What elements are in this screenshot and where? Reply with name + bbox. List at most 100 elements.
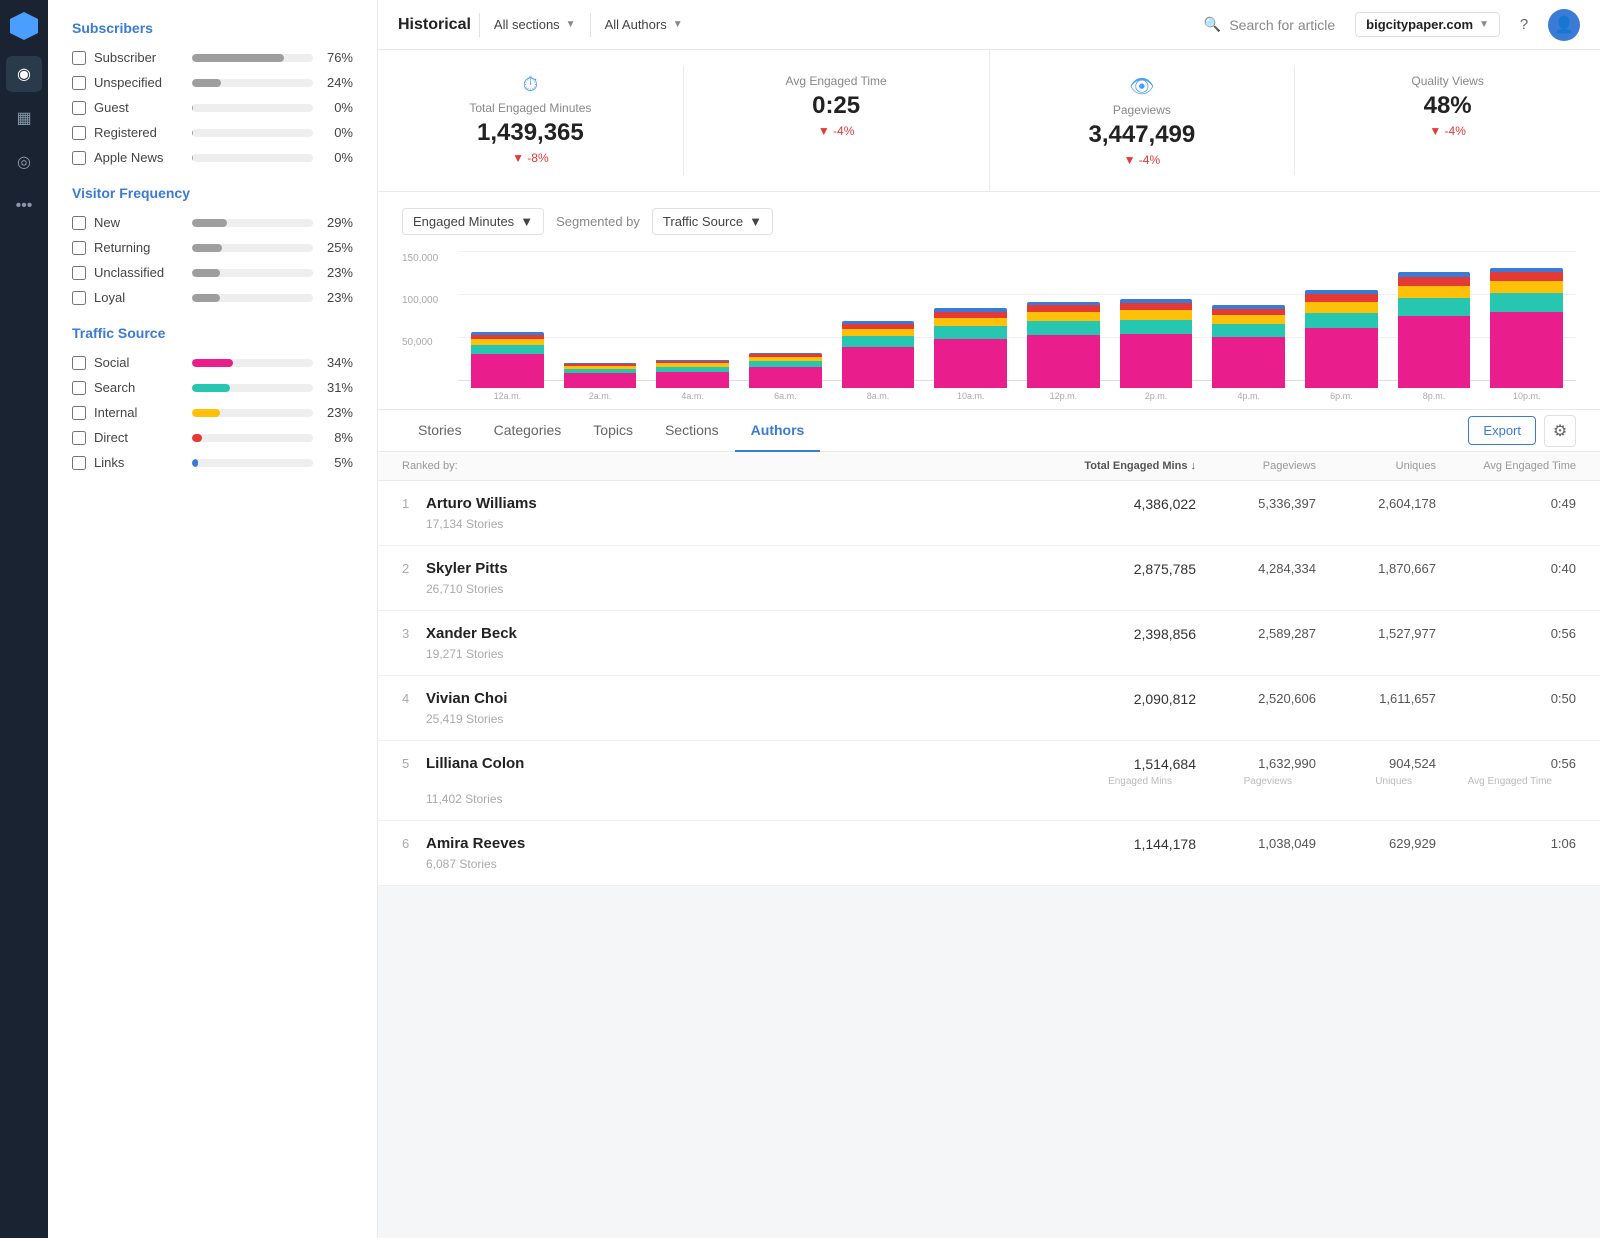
social-bar (192, 359, 313, 367)
links-bar (192, 459, 313, 467)
bar-segment (564, 373, 637, 388)
unclassified-bar (192, 269, 313, 277)
row-uniques: 2,604,178 (1316, 496, 1436, 511)
table-row[interactable]: 5 Lilliana Colon 1,514,684 1,632,990 904… (378, 741, 1600, 821)
subscriber-label: Subscriber (94, 50, 184, 65)
loyal-bar-fill (192, 294, 220, 302)
subscribers-title: Subscribers (72, 20, 353, 36)
loyal-checkbox[interactable] (72, 291, 86, 305)
table-tabs: Stories Categories Topics Sections Autho… (378, 410, 1600, 452)
returning-checkbox[interactable] (72, 241, 86, 255)
table-row[interactable]: 3 Xander Beck 2,398,856 2,589,287 1,527,… (378, 611, 1600, 676)
search-bar-fill (192, 384, 230, 392)
direct-bar (192, 434, 313, 442)
bar-segment (1305, 328, 1378, 388)
direct-checkbox[interactable] (72, 431, 86, 445)
direct-bar-fill (192, 434, 202, 442)
guest-checkbox[interactable] (72, 101, 86, 115)
links-label: Links (94, 455, 184, 470)
tab-categories[interactable]: Categories (478, 410, 578, 452)
bar-segment (1212, 337, 1285, 388)
row-pageviews: 2,589,287 (1196, 626, 1316, 641)
chart-bar-group: 12a.m. (462, 251, 553, 401)
table-row[interactable]: 6 Amira Reeves 1,144,178 1,038,049 629,9… (378, 821, 1600, 886)
authors-filter[interactable]: All Authors ▼ (595, 13, 693, 36)
registered-checkbox[interactable] (72, 126, 86, 140)
row-author-name: Lilliana Colon (426, 755, 1036, 772)
bar-segment (1398, 277, 1471, 286)
row-stories-count: 26,710 Stories (402, 581, 1576, 596)
direct-pct: 8% (321, 430, 353, 445)
export-button[interactable]: Export (1468, 416, 1536, 445)
help-icon[interactable]: ? (1508, 9, 1540, 41)
chart-bar-group: 8a.m. (833, 251, 924, 401)
row-engaged: 2,875,785 (1036, 561, 1196, 577)
domain-selector[interactable]: bigcitypaper.com ▼ (1355, 12, 1500, 37)
bar-segment (1398, 298, 1471, 316)
unspecified-checkbox[interactable] (72, 76, 86, 90)
internal-checkbox[interactable] (72, 406, 86, 420)
traffic-filter-internal: Internal 23% (72, 405, 353, 420)
bar-segment (1120, 334, 1193, 388)
chart-x-label: 2p.m. (1145, 391, 1168, 401)
sections-filter[interactable]: All sections ▼ (484, 13, 586, 36)
bar-segment (1120, 310, 1193, 320)
bar-segment (1120, 320, 1193, 334)
search-bar[interactable]: 🔍 Search for article (1196, 16, 1343, 33)
metric-dropdown[interactable]: Engaged Minutes ▼ (402, 208, 544, 235)
nav-analytics-icon[interactable]: ▦ (6, 100, 42, 136)
tab-sections[interactable]: Sections (649, 410, 735, 452)
row-uniques: 1,870,667 (1316, 561, 1436, 576)
tab-stories[interactable]: Stories (402, 410, 478, 452)
y-axis: 150,000 100,000 50,000 (402, 251, 438, 381)
traffic-dropdown-label: Traffic Source (663, 214, 743, 229)
views-icon: 👁 (1006, 74, 1279, 99)
bar-segment (1398, 286, 1471, 298)
user-avatar[interactable]: 👤 (1548, 9, 1580, 41)
row-avgtime: 1:06 (1436, 836, 1576, 851)
table-row[interactable]: 2 Skyler Pitts 2,875,785 4,284,334 1,870… (378, 546, 1600, 611)
tab-topics[interactable]: Topics (577, 410, 649, 452)
app-logo[interactable] (10, 12, 38, 40)
direct-label: Direct (94, 430, 184, 445)
links-checkbox[interactable] (72, 456, 86, 470)
header-avgtime: Avg Engaged Time (1436, 460, 1576, 472)
social-checkbox[interactable] (72, 356, 86, 370)
guest-bar-fill (192, 104, 193, 112)
tab-authors[interactable]: Authors (735, 410, 821, 452)
search-pct: 31% (321, 380, 353, 395)
total-engaged-change: ▼ -8% (394, 151, 667, 165)
traffic-dropdown[interactable]: Traffic Source ▼ (652, 208, 773, 235)
row-engaged: 2,398,856 (1036, 626, 1196, 642)
table-row[interactable]: 1 Arturo Williams 4,386,022 5,336,397 2,… (378, 481, 1600, 546)
subscriber-filter-unspecified: Unspecified 24% (72, 75, 353, 90)
bar-segment (842, 336, 915, 347)
sections-chevron: ▼ (566, 19, 576, 30)
settings-icon[interactable]: ⚙ (1544, 415, 1576, 447)
nav-realtime-icon[interactable]: ◉ (6, 56, 42, 92)
y-label-100k: 100,000 (402, 295, 438, 306)
applenews-checkbox[interactable] (72, 151, 86, 165)
unspecified-label: Unspecified (94, 75, 184, 90)
bar-segment (656, 372, 729, 388)
row-uniques: 1,527,977 (1316, 626, 1436, 641)
table-row[interactable]: 4 Vivian Choi 2,090,812 2,520,606 1,611,… (378, 676, 1600, 741)
social-label: Social (94, 355, 184, 370)
quality-views-change: ▼ -4% (1311, 124, 1584, 138)
search-checkbox[interactable] (72, 381, 86, 395)
row-rank: 3 (402, 626, 426, 641)
row-pageviews: 1,632,990 (1196, 756, 1316, 771)
row-stories-count: 25,419 Stories (402, 711, 1576, 726)
subscriber-checkbox[interactable] (72, 51, 86, 65)
new-checkbox[interactable] (72, 216, 86, 230)
unclassified-checkbox[interactable] (72, 266, 86, 280)
new-bar (192, 219, 313, 227)
header-engaged: Total Engaged Mins ↓ (1036, 460, 1196, 472)
bar-segment (1212, 324, 1285, 337)
top-bar: Historical All sections ▼ All Authors ▼ … (378, 0, 1600, 50)
visitor-filter-loyal: Loyal 23% (72, 290, 353, 305)
row-stories-count: 11,402 Stories (402, 791, 1576, 806)
nav-more-icon[interactable]: ••• (6, 188, 42, 224)
nav-audience-icon[interactable]: ◎ (6, 144, 42, 180)
chart-bar-group: 10a.m. (925, 251, 1016, 401)
